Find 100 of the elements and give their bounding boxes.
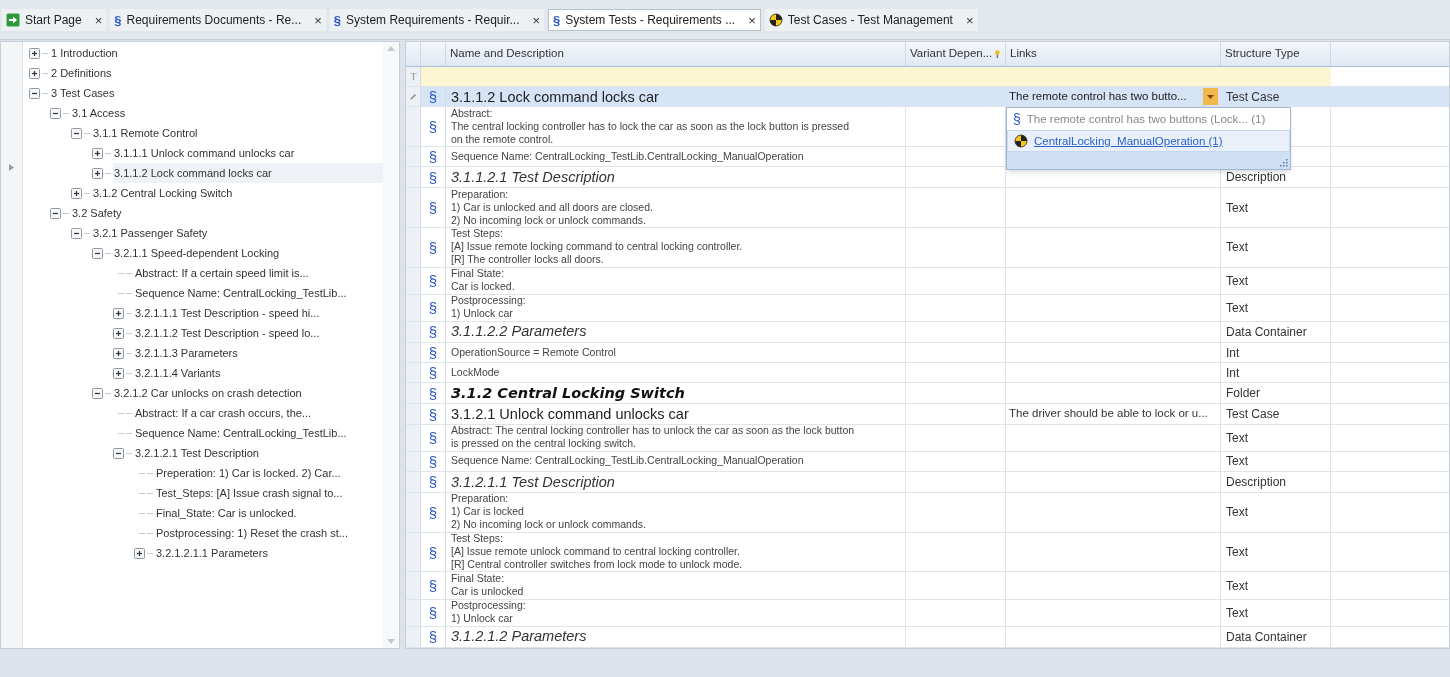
grid-row[interactable]: § Test Steps: [A] Issue remote unlock command to central locking controller. [R] Central controller switches from lock mode to unlock mode. Text	[406, 532, 1449, 573]
scrollbar[interactable]	[383, 42, 399, 648]
expand-icon[interactable]	[113, 367, 124, 379]
collapse-icon[interactable]	[71, 127, 82, 139]
tree-item[interactable]: 3.2.1.1.2 Test Description - speed lo...	[134, 323, 328, 343]
grid-row[interactable]: § Postprocessing: 1) Unlock car Text	[406, 294, 1449, 322]
grid-row[interactable]: § OperationSource = Remote Control Int	[406, 343, 1449, 364]
row-selector[interactable]	[406, 343, 421, 363]
expand-icon[interactable]	[29, 47, 40, 59]
filter-icon[interactable]	[409, 73, 417, 80]
expand-icon[interactable]	[113, 307, 124, 319]
close-button[interactable]: ×	[965, 13, 974, 27]
tree-item[interactable]: 3 Test Cases	[50, 83, 123, 103]
tree-item[interactable]: Final_State: Car is unlocked.	[155, 503, 305, 523]
tree-item[interactable]: 3.1.2 Central Locking Switch	[92, 183, 241, 203]
close-button[interactable]: ×	[314, 13, 322, 27]
dropdown-button[interactable]	[1203, 88, 1218, 106]
grid-row[interactable]: § 3.1.2 Central Locking Switch Folder	[406, 383, 1449, 405]
grid-row[interactable]: § Final State: Car is unlocked Text	[406, 572, 1449, 600]
tree-item[interactable]: 3.2 Safety	[71, 203, 130, 223]
row-selector[interactable]	[406, 532, 421, 572]
row-selector[interactable]	[406, 87, 421, 107]
tree-item[interactable]: 3.2.1.1.3 Parameters	[134, 343, 246, 363]
row-selector[interactable]	[406, 599, 421, 626]
close-button[interactable]: ×	[94, 13, 103, 27]
expand-icon[interactable]	[71, 187, 82, 199]
tree-item[interactable]: 3.2.1.2.1 Test Description	[134, 443, 267, 463]
grid-row[interactable]: § LockMode Int	[406, 363, 1449, 384]
row-selector[interactable]	[406, 404, 421, 424]
grid-row[interactable]: § 3.1.2.1 Unlock command unlocks car The driver should be able to lock or u... Test Case	[406, 404, 1449, 425]
expand-icon[interactable]	[113, 347, 124, 359]
tree-item[interactable]: Abstract: If a certain speed limit is...	[134, 263, 317, 283]
dropdown-item[interactable]: § The remote control has two buttons (Lock... (1)	[1007, 108, 1290, 131]
dropdown-item[interactable]: CentralLocking_ManualOperation (1)	[1007, 130, 1290, 153]
document-tab[interactable]: Start Page ×	[2, 9, 107, 31]
tree-item[interactable]: Sequence Name: CentralLocking_TestLib...	[134, 283, 355, 303]
row-selector[interactable]	[406, 493, 421, 532]
tree-item[interactable]: 3.2.1.1.4 Variants	[134, 363, 229, 383]
tree-item[interactable]: 3.1.1.1 Unlock command unlocks car	[113, 143, 303, 163]
grid-row[interactable]: § 3.1.2.1.1 Test Description Description	[406, 471, 1449, 494]
tree-item[interactable]: 3.1.1 Remote Control	[92, 123, 206, 143]
column-header[interactable]: Structure Type	[1221, 42, 1331, 66]
tree-item[interactable]: Test_Steps: [A] Issue crash signal to...	[155, 483, 351, 503]
collapse-icon[interactable]	[92, 387, 103, 399]
scroll-down-icon[interactable]	[387, 639, 395, 644]
grid-row[interactable]: § Abstract: The central locking controller has to unlock the car as soon as the lock button is pressed on the central locking switch. Text	[406, 424, 1449, 452]
collapse-icon[interactable]	[71, 227, 82, 239]
row-selector[interactable]	[406, 383, 421, 404]
links-value[interactable]: The remote control has two butto...	[1009, 88, 1203, 106]
column-header[interactable]: Name and Description	[446, 42, 906, 66]
row-selector[interactable]	[406, 147, 421, 166]
row-selector[interactable]	[406, 424, 421, 451]
close-button[interactable]: ×	[748, 13, 756, 27]
tree-item[interactable]: 1 Introduction	[50, 43, 126, 63]
collapse-icon[interactable]	[92, 247, 103, 259]
tree-item[interactable]: Sequence Name: CentralLocking_TestLib...	[134, 423, 355, 443]
collapse-icon[interactable]	[29, 87, 40, 99]
expand-icon[interactable]	[113, 327, 124, 339]
tree-item[interactable]: 3.2.1.2.1.1 Parameters	[155, 543, 276, 563]
expand-icon[interactable]	[134, 547, 145, 559]
close-button[interactable]: ×	[532, 13, 541, 27]
row-selector[interactable]	[406, 107, 421, 146]
expand-icon[interactable]	[92, 167, 103, 179]
grid-row[interactable]: § Test Steps: [A] Issue remote locking command to central locking controller. [R] The controller locks all doors. Text	[406, 227, 1449, 268]
grid-row[interactable]: § 3.1.2.1.2 Parameters Data Container	[406, 626, 1449, 648]
grid-row[interactable]: § Postprocessing: 1) Unlock car Text	[406, 599, 1449, 627]
grid-row[interactable]: § 3.1.1.2.2 Parameters Data Container	[406, 321, 1449, 344]
expand-icon[interactable]	[29, 67, 40, 79]
tree-item[interactable]: 3.2.1.1 Speed-dependent Locking	[113, 243, 288, 263]
column-header[interactable]: Links	[1006, 42, 1221, 66]
grid-row[interactable]: § Preparation: 1) Car is locked 2) No incoming lock or unlock commands. Text	[406, 493, 1449, 533]
expand-icon[interactable]	[92, 147, 103, 159]
row-selector[interactable]	[406, 267, 421, 294]
tree-item[interactable]: Preperation: 1) Car is locked. 2) Car...	[155, 463, 349, 483]
row-selector[interactable]	[406, 294, 421, 321]
collapse-icon[interactable]	[113, 447, 124, 459]
scroll-up-icon[interactable]	[387, 46, 395, 51]
row-selector[interactable]	[406, 188, 421, 227]
tree-item[interactable]: Postprocessing: 1) Reset the crash st...	[155, 523, 356, 543]
row-selector[interactable]	[406, 227, 421, 267]
tree-item[interactable]: 3.1 Access	[71, 103, 134, 123]
row-selector[interactable]	[406, 572, 421, 599]
tree-item[interactable]: 2 Definitions	[50, 63, 120, 83]
resize-grip-icon[interactable]	[1279, 158, 1288, 168]
tree-item[interactable]: Abstract: If a car crash occurs, the...	[134, 403, 320, 423]
row-selector[interactable]	[406, 167, 421, 188]
collapse-icon[interactable]	[50, 107, 61, 119]
document-tab[interactable]: § System Tests - Requirements ... ×	[548, 9, 761, 31]
row-selector[interactable]	[406, 363, 421, 383]
tree-item[interactable]: 3.2.1 Passenger Safety	[92, 223, 216, 243]
grid-row[interactable]: § Final State: Car is locked. Text	[406, 267, 1449, 295]
grid-row[interactable]: § 3.1.1.2.1 Test Description Description	[406, 167, 1449, 189]
document-tab[interactable]: Test Cases - Test Management ×	[764, 9, 978, 31]
tree-item[interactable]: 3.2.1.2 Car unlocks on crash detection	[113, 383, 310, 403]
grid-row[interactable]: § Sequence Name: CentralLocking_TestLib.CentralLocking_ManualOperation Text	[406, 451, 1449, 472]
tree-item[interactable]: 3.2.1.1.1 Test Description - speed hi...	[134, 303, 328, 323]
tree-item[interactable]: 3.1.1.2 Lock command locks car	[113, 163, 383, 183]
document-tab[interactable]: § Requirements Documents - Re... ×	[110, 9, 326, 31]
collapse-icon[interactable]	[50, 207, 61, 219]
grid-row[interactable]: § Preparation: 1) Car is unlocked and all doors are closed. 2) No incoming lock or unlock commands. Text	[406, 188, 1449, 228]
